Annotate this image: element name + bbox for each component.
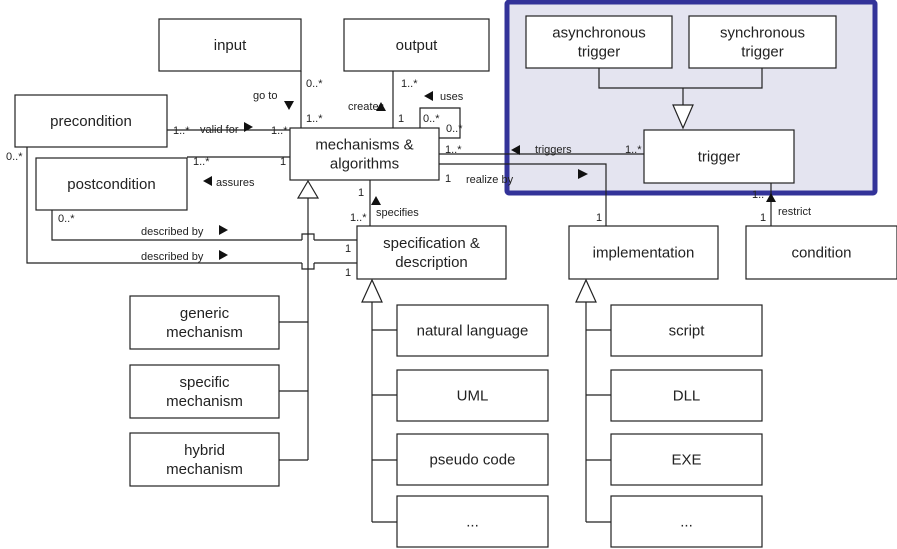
class-name: script [669, 323, 706, 340]
class-impl-children-2[interactable]: EXE [610, 433, 763, 486]
association-label: specifies [376, 207, 419, 219]
class-name: specific [179, 374, 230, 391]
association-label: realize by [466, 174, 514, 186]
multiplicity-label: 1..* [350, 212, 367, 224]
class-output[interactable]: output [343, 18, 490, 72]
multiplicity-label: 1 [345, 267, 351, 279]
class-implementation[interactable]: implementation [568, 225, 719, 280]
class-name: generic [180, 305, 230, 322]
direction-arrow-icon [371, 196, 381, 205]
multiplicity-label: 1 [596, 212, 602, 224]
direction-arrow-icon [203, 176, 212, 186]
direction-arrow-icon [219, 225, 228, 235]
class-input[interactable]: input [158, 18, 302, 72]
class-impl-children-1[interactable]: DLL [610, 369, 763, 422]
class-name: postcondition [67, 176, 155, 193]
class-name: trigger [698, 149, 741, 166]
association-label: uses [440, 91, 464, 103]
class-name: UML [457, 388, 489, 405]
direction-arrow-icon [284, 101, 294, 110]
class-trigger[interactable]: trigger [643, 129, 795, 184]
class-name: trigger [741, 44, 784, 61]
class-name: input [214, 37, 247, 54]
class-name: hybrid [184, 442, 225, 459]
multiplicity-label: 1..* [625, 144, 642, 156]
class-name: mechanism [166, 393, 243, 410]
class-name: natural language [417, 323, 529, 340]
class-spec-children-1[interactable]: UML [396, 369, 549, 422]
generalization-arrow [296, 179, 320, 199]
direction-arrow-icon [424, 91, 433, 101]
class-name: mechanism [166, 461, 243, 478]
class-name: condition [791, 245, 851, 262]
class-impl-children-0[interactable]: script [610, 304, 763, 357]
class-spec-children-0[interactable]: natural language [396, 304, 549, 357]
class-name: asynchronous [552, 25, 645, 42]
class-name: DLL [673, 388, 701, 405]
multiplicity-label: 0..* [446, 123, 463, 135]
association-label: assures [216, 177, 255, 189]
class-name: trigger [578, 44, 621, 61]
multiplicity-label: 1..* [271, 125, 288, 137]
class-name: synchronous [720, 25, 805, 42]
multiplicity-label: 1 [398, 113, 404, 125]
multiplicity-label: 1 [760, 212, 766, 224]
multiplicity-label: 1 [280, 156, 286, 168]
association-label: described by [141, 226, 204, 238]
multiplicity-label: 1 [358, 187, 364, 199]
class-async-trigger[interactable]: asynchronous trigger [525, 15, 673, 69]
association-label: valid for [200, 124, 239, 136]
class-name: ... [466, 514, 479, 531]
class-impl-children-3[interactable]: ... [610, 495, 763, 548]
association-label: restrict [778, 206, 811, 218]
class-name: description [395, 254, 468, 271]
class-generic[interactable]: generic mechanism [129, 295, 280, 350]
class-sync-trigger[interactable]: synchronous trigger [688, 15, 837, 69]
class-name: mechanisms & [315, 137, 413, 154]
multiplicity-label: 1 [345, 243, 351, 255]
multiplicity-label: 1..* [193, 156, 210, 168]
association-label: triggers [535, 144, 572, 156]
direction-arrow-icon [219, 250, 228, 260]
generalization-arrow [361, 278, 383, 303]
multiplicity-label: 0..* [306, 78, 323, 90]
class-name: pseudo code [430, 452, 516, 469]
multiplicity-label: 1.. [752, 189, 764, 201]
class-spec-children-2[interactable]: pseudo code [396, 433, 549, 486]
multiplicity-label: 1..* [445, 144, 462, 156]
multiplicity-label: 1..* [173, 125, 190, 137]
class-precondition[interactable]: precondition [14, 94, 168, 148]
class-name: output [396, 37, 439, 54]
class-name: EXE [671, 452, 701, 469]
class-postcondition[interactable]: postcondition [35, 157, 188, 211]
class-name: precondition [50, 113, 132, 130]
class-condition[interactable]: condition [745, 225, 897, 280]
multiplicity-label: 1..* [401, 78, 418, 90]
class-name: implementation [593, 245, 695, 262]
multiplicity-label: 0..* [58, 213, 75, 225]
multiplicity-label: 0..* [423, 113, 440, 125]
class-hybrid[interactable]: hybrid mechanism [129, 432, 280, 487]
multiplicity-label: 1..* [306, 113, 323, 125]
class-mechanisms[interactable]: mechanisms & algorithms [289, 127, 440, 181]
association-label: go to [253, 90, 277, 102]
association-label: described by [141, 251, 204, 263]
generalization-arrow [575, 278, 597, 303]
class-specific[interactable]: specific mechanism [129, 364, 280, 419]
class-name: mechanism [166, 324, 243, 341]
multiplicity-label: 0..* [6, 151, 23, 163]
class-spec-children-3[interactable]: ... [396, 495, 549, 548]
class-specification[interactable]: specification & description [356, 225, 507, 280]
multiplicity-label: 1 [445, 173, 451, 185]
uml-class-diagram: input output precondition postcondition mech… [6, 0, 897, 548]
class-name: ... [680, 514, 693, 531]
class-name: algorithms [330, 156, 399, 173]
class-name: specification & [383, 235, 480, 252]
